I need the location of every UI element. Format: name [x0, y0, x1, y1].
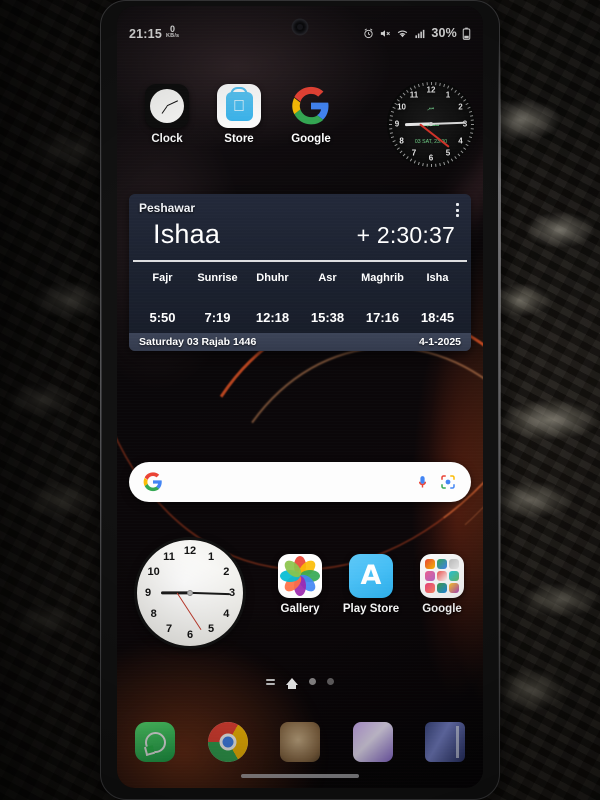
scene-vignette [0, 0, 600, 800]
photo-scene: 21:15 0 KB/s [0, 0, 600, 800]
